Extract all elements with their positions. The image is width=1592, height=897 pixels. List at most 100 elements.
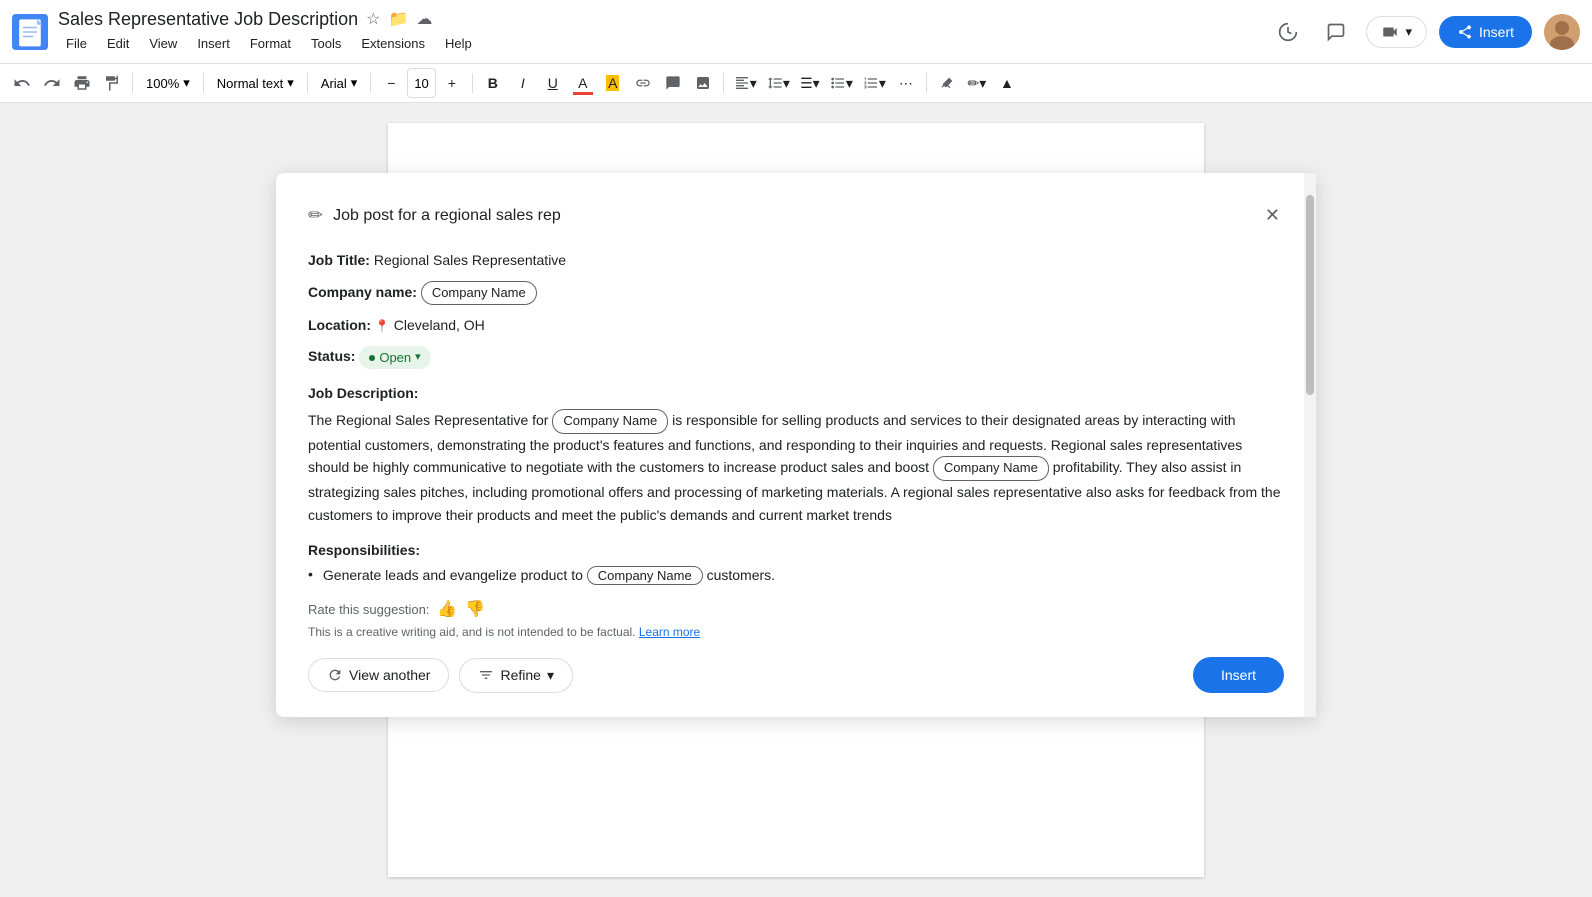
docs-icon [12, 14, 48, 50]
font-size-increase[interactable]: + [438, 68, 466, 98]
menu-help[interactable]: Help [437, 32, 480, 55]
text-color-button[interactable]: A [569, 68, 597, 98]
separator-6 [723, 73, 724, 93]
disclaimer-row: This is a creative writing aid, and is n… [308, 625, 1284, 639]
page-area: ✏ Job post for a regional sales rep ✕ Jo… [0, 103, 1592, 897]
pencil-icon: ✏ [308, 205, 323, 226]
ai-dialog-title: Job post for a regional sales rep [333, 207, 1251, 225]
toolbar: 100% ▾ Normal text ▾ Arial ▾ − 10 + B I … [0, 64, 1592, 103]
italic-button[interactable]: I [509, 68, 537, 98]
separator-2 [203, 73, 204, 93]
menu-edit[interactable]: Edit [99, 32, 137, 55]
location-value: Cleveland, OH [394, 317, 485, 333]
company-name-label: Company name: [308, 284, 417, 300]
doc-title-row: Sales Representative Job Description ☆ 📁… [58, 9, 1260, 30]
paint-format-button[interactable] [98, 68, 126, 98]
history-button[interactable] [1270, 14, 1306, 50]
scrollbar-track[interactable] [1304, 173, 1316, 717]
thumbs-down-button[interactable]: 👎 [465, 599, 485, 619]
status-row: Status: Open ▾ [308, 346, 1284, 370]
menu-format[interactable]: Format [242, 32, 299, 55]
zoom-chevron: ▾ [183, 75, 190, 91]
disclaimer-text: This is a creative writing aid, and is n… [308, 625, 636, 639]
ai-dialog-header: ✏ Job post for a regional sales rep ✕ [308, 201, 1284, 230]
menu-view[interactable]: View [141, 32, 185, 55]
style-chevron: ▾ [287, 75, 294, 91]
redo-button[interactable] [38, 68, 66, 98]
font-size-value[interactable]: 10 [414, 76, 428, 91]
align-button[interactable]: ▾ [730, 68, 761, 98]
menu-insert[interactable]: Insert [189, 32, 238, 55]
menu-extensions[interactable]: Extensions [353, 32, 433, 55]
job-title-label: Job Title: [308, 252, 370, 268]
highlight-button[interactable]: A [599, 68, 627, 98]
user-avatar[interactable] [1544, 14, 1580, 50]
separator-7 [926, 73, 927, 93]
doc-title-icons: ☆ 📁 ☁ [366, 9, 432, 29]
view-another-button[interactable]: View another [308, 658, 449, 692]
job-desc-text: The Regional Sales Representative for Co… [308, 409, 1284, 526]
refresh-icon [327, 667, 343, 683]
font-chevron: ▾ [351, 75, 358, 91]
collapse-toolbar-button[interactable]: ▲ [993, 68, 1021, 98]
job-title-value: Regional Sales Representative [374, 252, 566, 268]
refine-chevron: ▾ [547, 667, 554, 684]
comments-button[interactable] [1318, 14, 1354, 50]
bullet-dot: • [308, 566, 313, 585]
refine-label: Refine [500, 667, 540, 683]
spacing-button[interactable]: ▾ [763, 68, 794, 98]
company-name-row: Company name: Company Name [308, 281, 1284, 305]
bold-button[interactable]: B [479, 68, 507, 98]
company-chip-2: Company Name [933, 456, 1049, 481]
image-button[interactable] [689, 68, 717, 98]
print-button[interactable] [68, 68, 96, 98]
font-size-decrease[interactable]: − [377, 68, 405, 98]
location-row: Location: 📍 Cleveland, OH [308, 315, 1284, 336]
cloud-icon[interactable]: ☁ [416, 9, 432, 29]
link-button[interactable] [629, 68, 657, 98]
undo-button[interactable] [8, 68, 36, 98]
bullet-button[interactable]: ▾ [826, 68, 857, 98]
job-desc-heading: Job Description: [308, 385, 1284, 401]
action-row: View another Refine ▾ Insert [308, 657, 1284, 693]
suggestions-button[interactable]: ✏▾ [963, 68, 991, 98]
zoom-select[interactable]: 100% ▾ [139, 68, 197, 98]
share-button[interactable]: Insert [1439, 16, 1532, 48]
status-chip[interactable]: Open ▾ [359, 346, 430, 370]
doc-title-area: Sales Representative Job Description ☆ 📁… [58, 9, 1260, 55]
refine-button[interactable]: Refine ▾ [459, 658, 573, 693]
numbered-button[interactable]: ▾ [859, 68, 890, 98]
style-value: Normal text [217, 76, 283, 91]
meet-button[interactable]: ▾ [1366, 16, 1427, 48]
bullet-item-1: • Generate leads and evangelize product … [308, 566, 1284, 585]
checklist-button[interactable]: ☰▾ [796, 68, 824, 98]
font-value: Arial [321, 76, 347, 91]
font-size-box: 10 [407, 68, 435, 98]
view-another-label: View another [349, 667, 430, 683]
status-value: Open [379, 348, 411, 368]
location-label: Location: [308, 317, 371, 333]
more-button[interactable]: ⋯ [892, 68, 920, 98]
star-icon[interactable]: ☆ [366, 9, 380, 29]
style-select[interactable]: Normal text ▾ [210, 68, 301, 98]
clear-format-button[interactable] [933, 68, 961, 98]
learn-more-link[interactable]: Learn more [639, 625, 700, 639]
top-bar: Sales Representative Job Description ☆ 📁… [0, 0, 1592, 64]
rating-label: Rate this suggestion: [308, 602, 429, 617]
font-select[interactable]: Arial ▾ [314, 68, 365, 98]
ai-dialog: ✏ Job post for a regional sales rep ✕ Jo… [276, 173, 1316, 717]
menu-tools[interactable]: Tools [303, 32, 349, 55]
separator-1 [132, 73, 133, 93]
close-button[interactable]: ✕ [1261, 201, 1284, 230]
menu-file[interactable]: File [58, 32, 95, 55]
underline-button[interactable]: U [539, 68, 567, 98]
filter-icon [478, 667, 494, 683]
comment-button[interactable] [659, 68, 687, 98]
folder-icon[interactable]: 📁 [389, 9, 409, 29]
thumbs-up-button[interactable]: 👍 [437, 599, 457, 619]
separator-5 [472, 73, 473, 93]
status-chevron: ▾ [415, 349, 421, 366]
menu-bar: File Edit View Insert Format Tools Exten… [58, 32, 1260, 55]
insert-button[interactable]: Insert [1193, 657, 1284, 693]
scrollbar-thumb[interactable] [1306, 195, 1314, 395]
